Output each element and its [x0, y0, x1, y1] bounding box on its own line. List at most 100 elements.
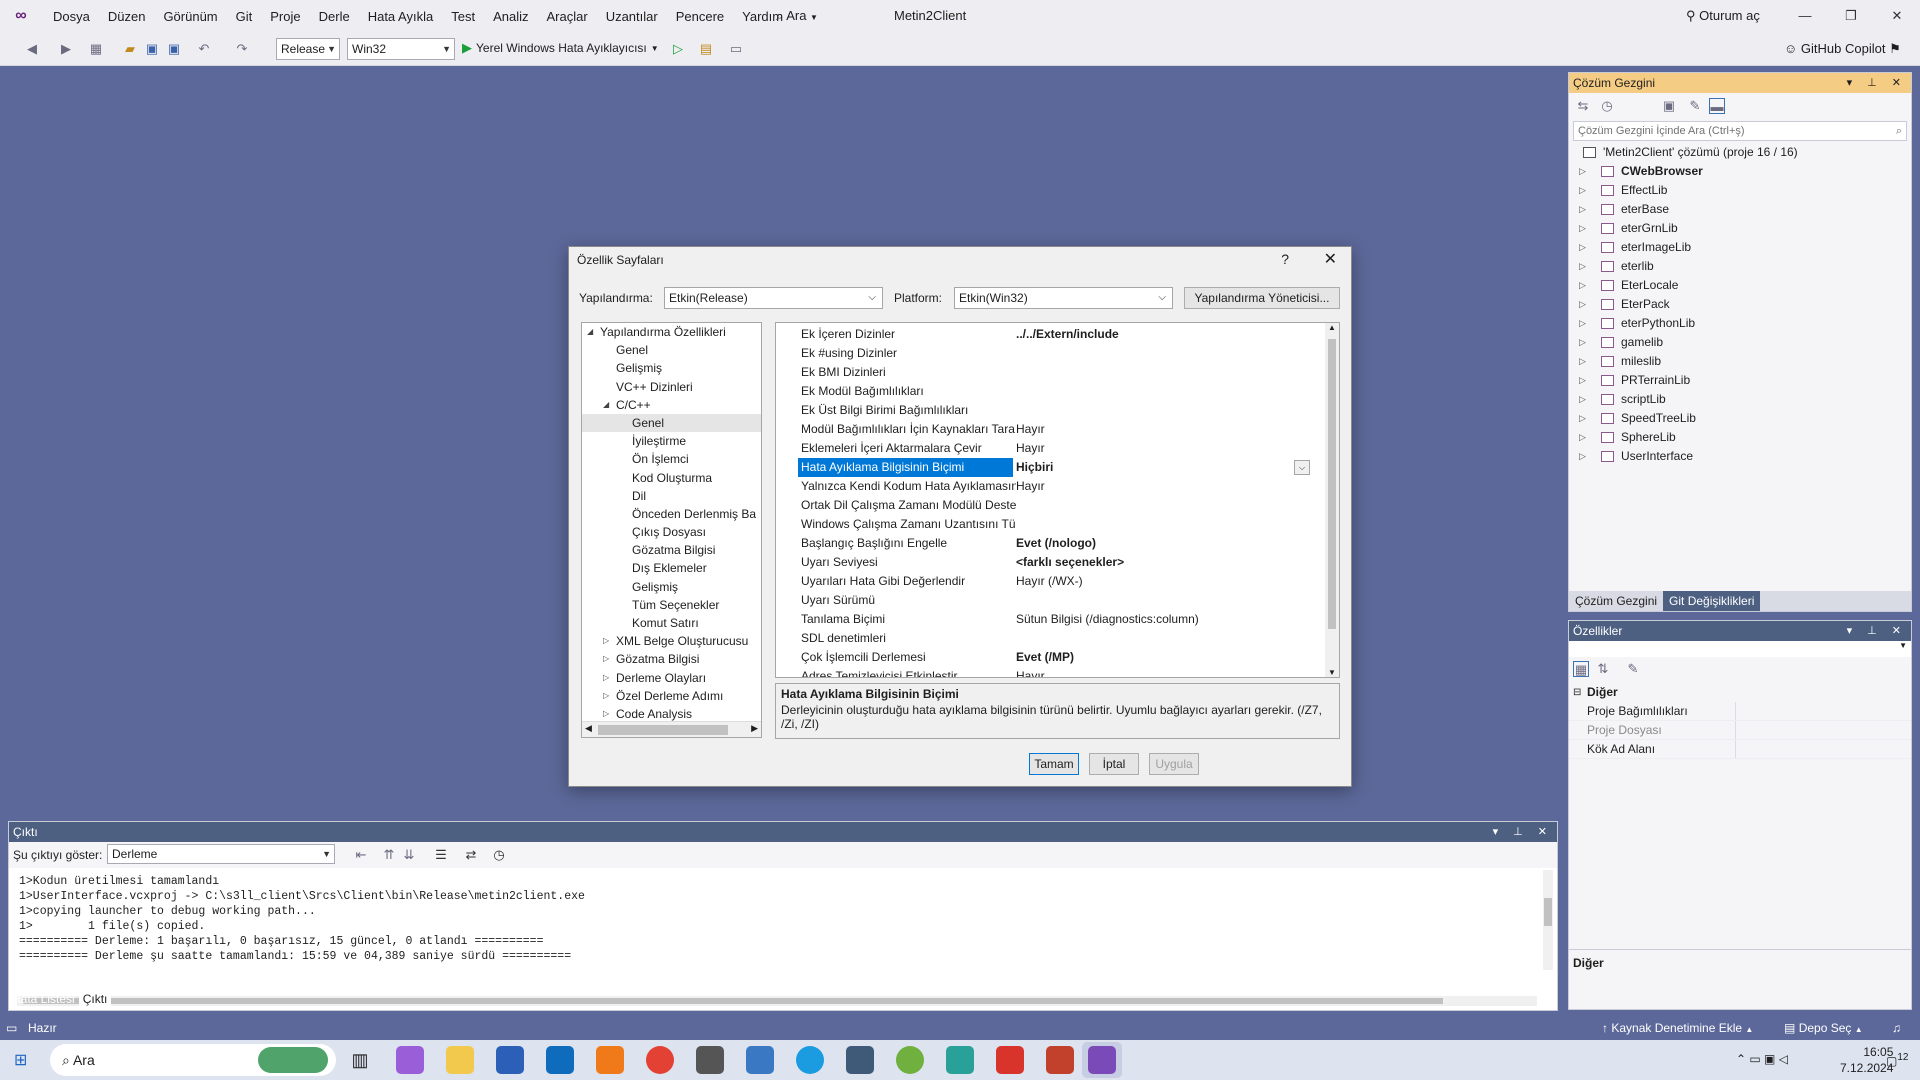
sync-icon[interactable]: ⇆: [1575, 98, 1591, 114]
start-without-debugging-icon[interactable]: ▷: [670, 41, 686, 57]
tree-node[interactable]: Önceden Derlenmiş Ba: [582, 505, 761, 523]
sign-in-button[interactable]: ⚲ Oturum aç: [1686, 8, 1760, 24]
menu-build[interactable]: Derle: [310, 9, 359, 24]
tree-node[interactable]: Genel: [582, 341, 761, 359]
project-node[interactable]: ▷ eterBase: [1569, 200, 1911, 219]
tree-node[interactable]: ▷ Gözatma Bilgisi: [582, 650, 761, 668]
menu-analyze[interactable]: Analiz: [484, 9, 537, 24]
tree-node[interactable]: VC++ Dizinleri: [582, 378, 761, 396]
scroll-thumb[interactable]: [1544, 898, 1552, 926]
tab-solution-explorer[interactable]: Çözüm Gezgini: [1569, 591, 1663, 611]
search-app-icon[interactable]: [596, 1046, 624, 1074]
property-grid-row[interactable]: Ortak Dil Çalışma Zamanı Modülü Deste: [776, 496, 1339, 515]
notifications-bell-icon[interactable]: ♫: [1892, 1016, 1901, 1040]
tree-node[interactable]: Gelişmiş: [582, 359, 761, 377]
tree-node[interactable]: İyileştirme: [582, 432, 761, 450]
project-node[interactable]: ▷ eterPythonLib: [1569, 314, 1911, 333]
tree-node[interactable]: Ön İşlemci: [582, 450, 761, 468]
solution-search-input[interactable]: Çözüm Gezgini İçinde Ara (Ctrl+ş) ⌕: [1573, 121, 1907, 141]
output-text[interactable]: 1>Kodun üretilmesi tamamlandı 1>UserInter…: [9, 868, 1557, 964]
system-tray-icons[interactable]: ⌃ ▭ ▣ ◁: [1736, 1052, 1788, 1066]
menu-view[interactable]: Görünüm: [154, 9, 226, 24]
property-grid-row[interactable]: Adres Temizleyicisi Etkinleştir Hayır: [776, 667, 1339, 677]
expand-icon[interactable]: ▷: [1579, 447, 1586, 466]
utorrent-icon[interactable]: [896, 1046, 924, 1074]
expand-icon[interactable]: ▷: [1579, 181, 1586, 200]
menu-tools[interactable]: Araçlar: [538, 9, 597, 24]
tree-node[interactable]: ◢ Yapılandırma Özellikleri: [582, 323, 761, 341]
property-grid-row[interactable]: Tanılama Biçimi Sütun Bilgisi (/diagnosti…: [776, 610, 1339, 629]
remote-desktop-icon[interactable]: [746, 1046, 774, 1074]
expand-icon[interactable]: ▷: [1579, 371, 1586, 390]
back-icon[interactable]: ◀: [24, 41, 40, 57]
collapse-icon[interactable]: ⊟: [1573, 683, 1581, 702]
select-repository-button[interactable]: ▤ Depo Seç ▲: [1784, 1016, 1863, 1042]
scroll-right-icon[interactable]: ▶: [751, 723, 758, 734]
vscode-icon[interactable]: [946, 1046, 974, 1074]
property-grid-row[interactable]: Uyarıları Hata Gibi Değerlendir Hayır (/W…: [776, 572, 1339, 591]
tree-node[interactable]: Dış Eklemeler: [582, 559, 761, 577]
word-wrap-icon[interactable]: ⇄: [463, 847, 479, 863]
github-copilot-button[interactable]: ☺ GitHub Copilot ⚑: [1784, 41, 1901, 57]
project-node[interactable]: ▷ EffectLib: [1569, 181, 1911, 200]
windows-start-icon[interactable]: ⊞: [14, 1050, 27, 1070]
filezilla-icon[interactable]: [996, 1046, 1024, 1074]
menu-window[interactable]: Pencere: [667, 9, 733, 24]
new-project-icon[interactable]: ▦: [88, 41, 104, 57]
scroll-thumb[interactable]: [23, 998, 1443, 1004]
previous-message-icon[interactable]: ⇈: [381, 847, 397, 863]
layout-icon[interactable]: ▭: [728, 41, 744, 57]
property-grid-row[interactable]: Çok İşlemcili Derlemesi Evet (/MP): [776, 648, 1339, 667]
expand-icon[interactable]: ▷: [1579, 333, 1586, 352]
visual-studio-taskbar-button[interactable]: [1082, 1042, 1122, 1078]
platform-select[interactable]: Etkin(Win32) ⌵: [954, 287, 1173, 309]
property-row[interactable]: Kök Ad Alanı: [1569, 740, 1911, 759]
collapse-icon[interactable]: ◢: [587, 323, 593, 341]
open-folder-icon[interactable]: ▰: [122, 41, 138, 57]
property-row[interactable]: Proje Bağımlılıkları: [1569, 702, 1911, 721]
project-node[interactable]: ▷ PRTerrainLib: [1569, 371, 1911, 390]
chrome-icon[interactable]: [646, 1046, 674, 1074]
winrar-icon[interactable]: [1046, 1046, 1074, 1074]
expand-icon[interactable]: ▷: [1579, 276, 1586, 295]
apply-button[interactable]: Uygula: [1149, 753, 1199, 775]
project-node[interactable]: ▷ eterlib: [1569, 257, 1911, 276]
global-search[interactable]: ⌕ Ara ▼: [776, 8, 818, 24]
help-icon[interactable]: ?: [1281, 251, 1289, 267]
tree-node[interactable]: ▷ Özel Derleme Adımı: [582, 687, 761, 705]
property-grid-row[interactable]: Uyarı Sürümü: [776, 591, 1339, 610]
project-node[interactable]: ▷ eterImageLib: [1569, 238, 1911, 257]
chevron-down-icon[interactable]: ⌵: [1294, 460, 1310, 475]
panel-controls[interactable]: ▾ ⊥ ✕: [1847, 621, 1907, 641]
tab-output[interactable]: Çıktı: [78, 990, 112, 1008]
tab-git-changes[interactable]: Git Değişiklikleri: [1663, 591, 1761, 611]
grid-vertical-scrollbar[interactable]: ▲ ▼: [1325, 323, 1339, 677]
property-grid-row[interactable]: Ek İçeren Dizinler ../../Extern/include: [776, 325, 1339, 344]
collapse-icon[interactable]: ◢: [603, 396, 609, 414]
project-node[interactable]: ▷ EterLocale: [1569, 276, 1911, 295]
property-grid-row[interactable]: Uyarı Seviyesi <farklı seçenekler>: [776, 553, 1339, 572]
project-node[interactable]: ▷ UserInterface: [1569, 447, 1911, 466]
network-app-icon[interactable]: [846, 1046, 874, 1074]
property-grid-row[interactable]: Yalnızca Kendi Kodum Hata Ayıklamasın Hay…: [776, 477, 1339, 496]
minimize-icon[interactable]: —: [1782, 0, 1828, 32]
expand-icon[interactable]: ▷: [1579, 295, 1586, 314]
solution-configuration-select[interactable]: Release ▼: [276, 38, 340, 60]
tree-node[interactable]: Tüm Seçenekler: [582, 596, 761, 614]
edge-icon[interactable]: [796, 1046, 824, 1074]
clear-all-icon[interactable]: ☰: [433, 847, 449, 863]
preview-icon[interactable]: ▬: [1709, 98, 1725, 114]
configuration-manager-button[interactable]: Yapılandırma Yöneticisi...: [1184, 287, 1340, 309]
expand-icon[interactable]: ▷: [1579, 238, 1586, 257]
scroll-down-icon[interactable]: ▼: [1328, 668, 1336, 677]
expand-icon[interactable]: ▷: [1579, 257, 1586, 276]
categorized-icon[interactable]: ▦: [1573, 661, 1589, 677]
cancel-button[interactable]: İptal: [1089, 753, 1139, 775]
configuration-select[interactable]: Etkin(Release) ⌵: [664, 287, 883, 309]
menu-file[interactable]: Dosya: [44, 9, 99, 24]
property-pages-icon[interactable]: ✎: [1625, 661, 1641, 677]
expand-icon[interactable]: ▷: [603, 669, 609, 687]
properties-wrench-icon[interactable]: ✎: [1687, 98, 1703, 114]
close-icon[interactable]: ✕: [1874, 0, 1920, 32]
menu-debug[interactable]: Hata Ayıkla: [359, 9, 443, 24]
